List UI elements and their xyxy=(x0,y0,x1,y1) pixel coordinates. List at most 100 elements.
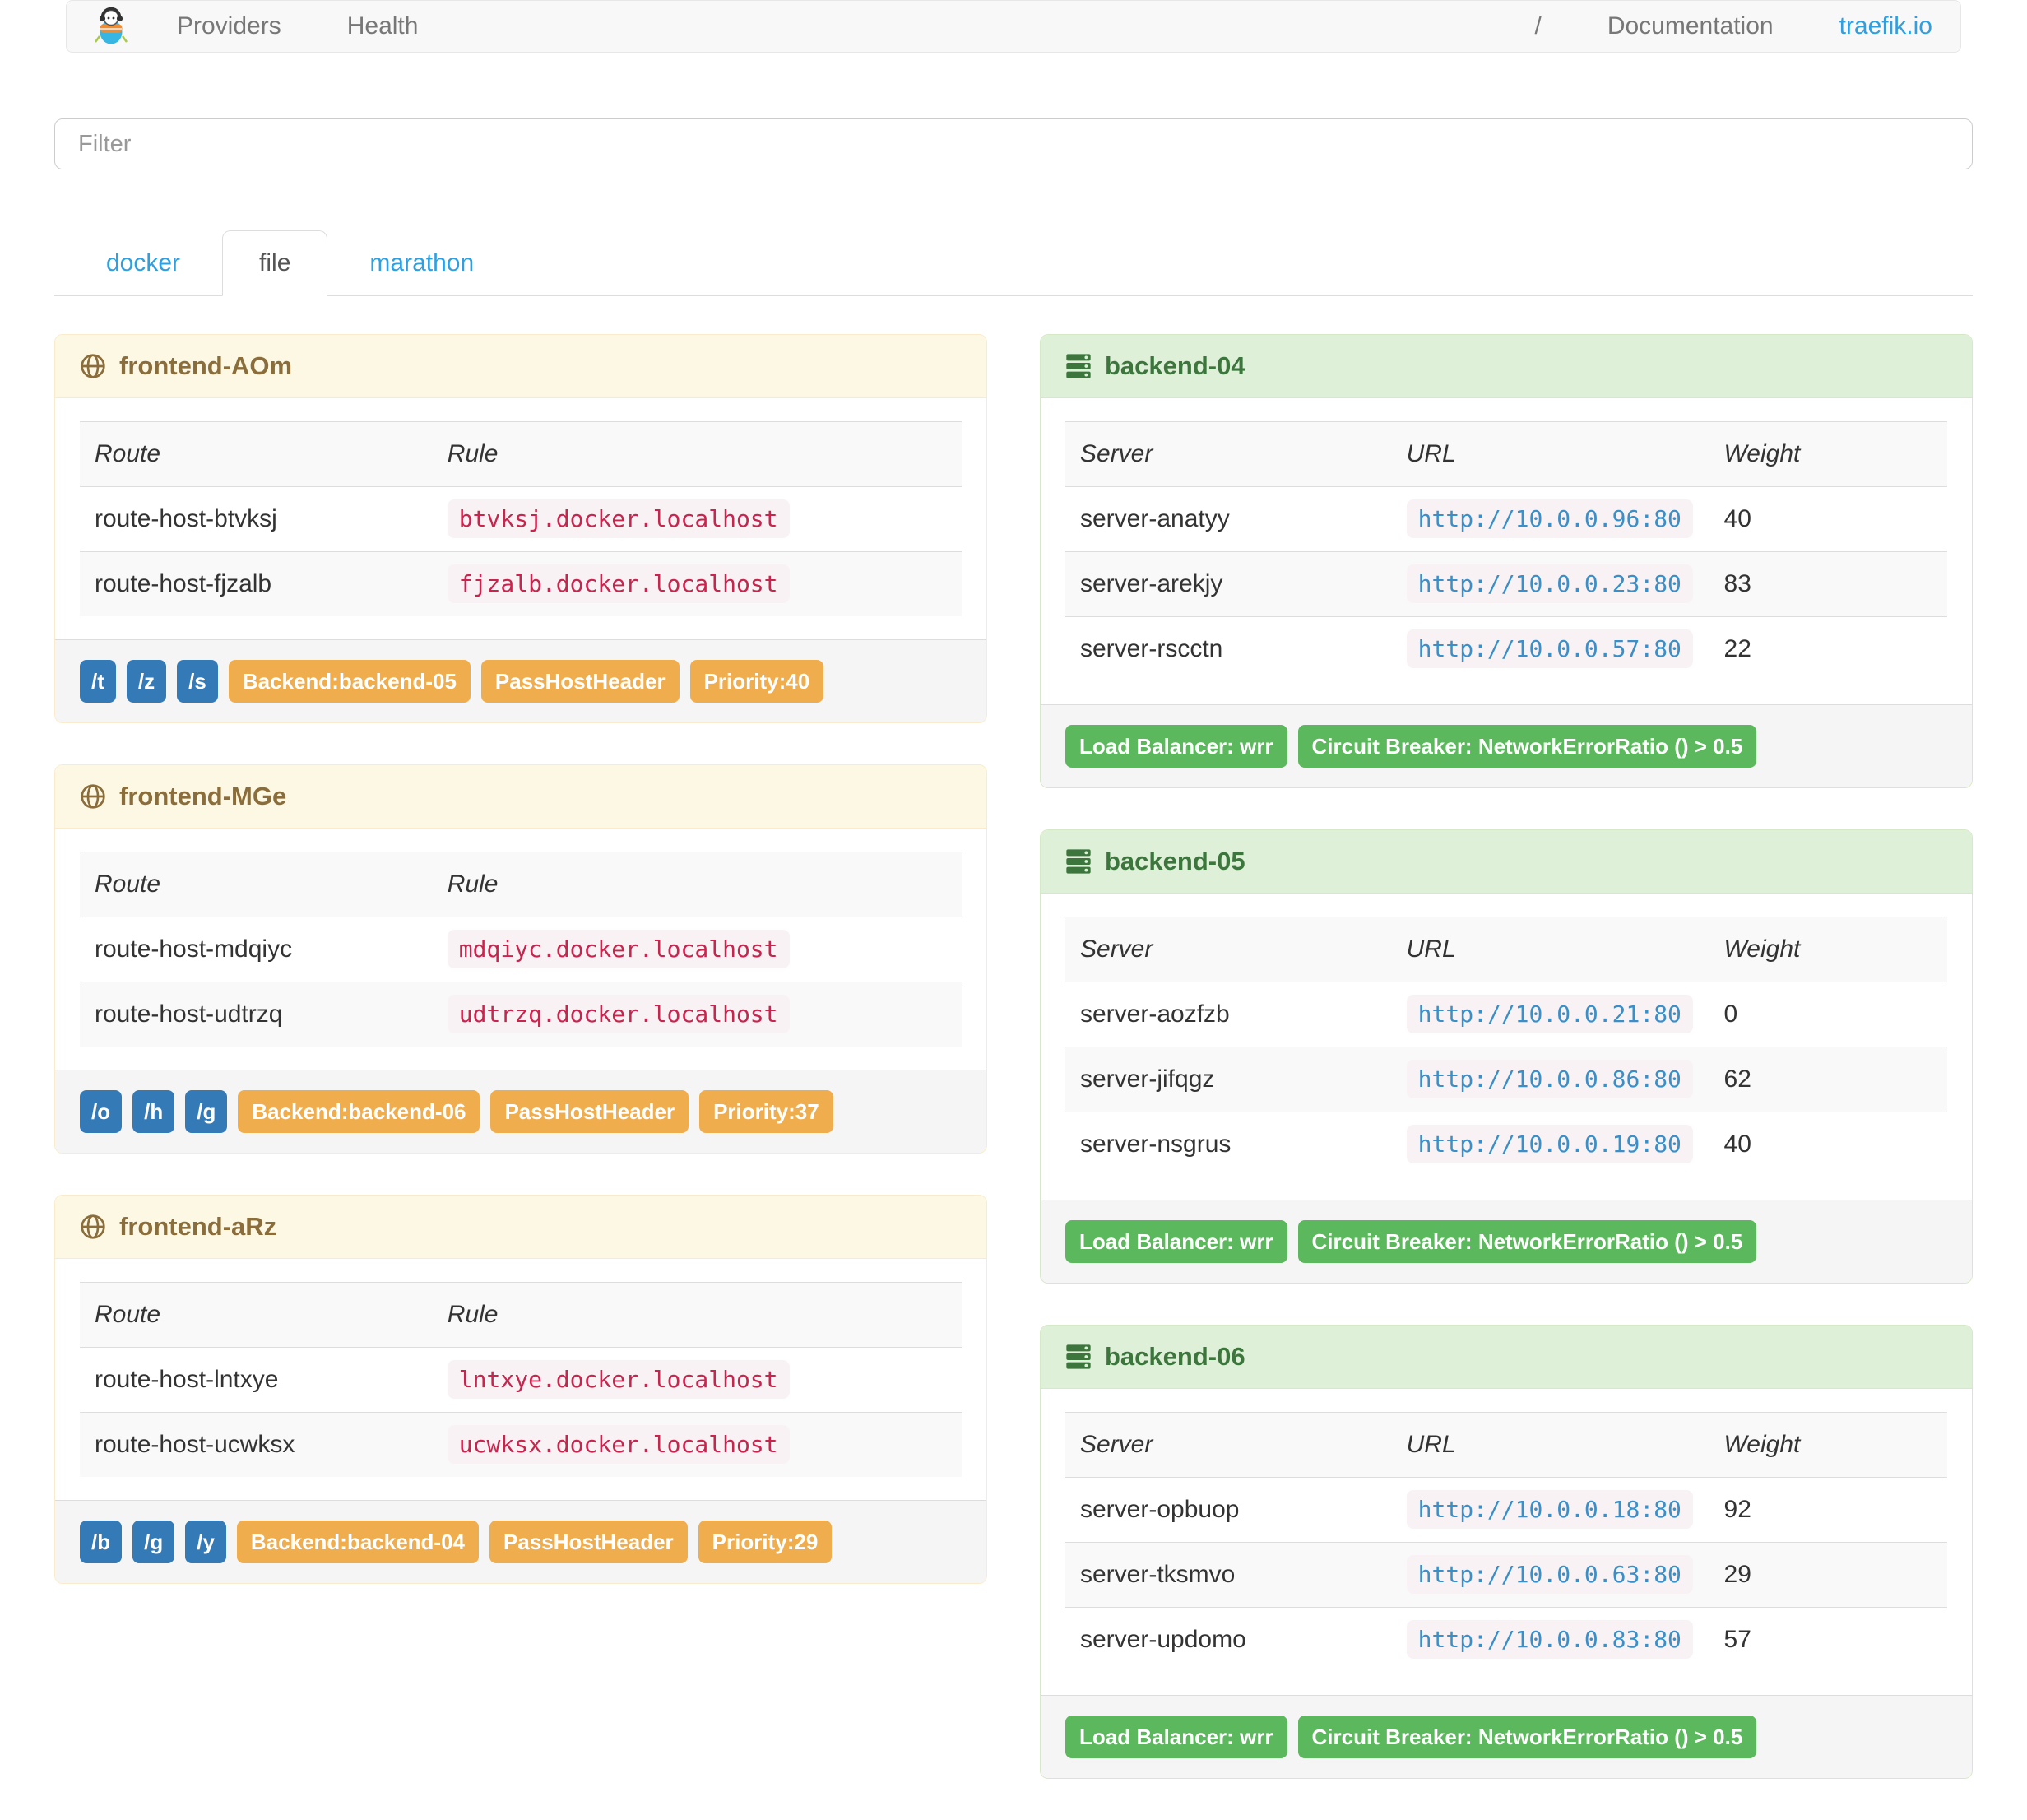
card-title: frontend-aRz xyxy=(119,1212,277,1241)
server-icon xyxy=(1065,354,1092,378)
servers-table-body: server-aozfzb http://10.0.0.21:80 0 server-… xyxy=(1065,982,1947,1177)
route-cell: route-host-mdqiyc xyxy=(95,936,293,963)
url-cell: http://10.0.0.83:80 xyxy=(1391,1607,1709,1672)
backend-label-badge: Circuit Breaker: NetworkErrorRatio () > … xyxy=(1297,1716,1757,1758)
card-heading: backend-06 xyxy=(1041,1326,1972,1389)
card-backend-06: backend-06 Server URL Weight server-opbuop ht… xyxy=(1040,1325,1973,1779)
rule-cell: lntxye.docker.localhost xyxy=(433,1348,962,1413)
globe-icon xyxy=(80,783,106,810)
card-heading: frontend-MGe xyxy=(55,765,986,829)
column-header-rule: Rule xyxy=(432,421,962,487)
server-icon xyxy=(1065,849,1092,874)
card-footer: Load Balancer: wrr Circuit Breaker: Netwo… xyxy=(1041,1200,1972,1283)
server-cell: server-anatyy xyxy=(1080,505,1230,532)
weight-cell: 29 xyxy=(1709,1542,1947,1608)
table-row: server-rscctn http://10.0.0.57:80 22 xyxy=(1065,616,1947,681)
routes-table-body: route-host-lntxye lntxye.docker.localhost… xyxy=(80,1348,962,1477)
frontend-label-badge: Priority:37 xyxy=(699,1090,833,1133)
backend-label-badge: Load Balancer: wrr xyxy=(1065,1220,1287,1263)
servers-table: Server URL Weight server-opbuop http://10.0.… xyxy=(1065,1412,1947,1672)
nav-link-documentation[interactable]: Documentation xyxy=(1607,12,1774,40)
filter-input[interactable] xyxy=(54,118,1973,169)
frontend-label-badge: PassHostHeader xyxy=(489,1521,688,1563)
card-backend-04: backend-04 Server URL Weight server-anatyy ht… xyxy=(1040,334,1973,788)
table-header-row: Route Rule xyxy=(80,1282,962,1348)
backend-label-badge: Circuit Breaker: NetworkErrorRatio () > … xyxy=(1297,1220,1757,1263)
url-cell: http://10.0.0.86:80 xyxy=(1391,1047,1709,1112)
weight-cell: 22 xyxy=(1709,616,1947,681)
rule-code: udtrzq.docker.localhost xyxy=(447,995,790,1033)
route-cell: route-host-udtrzq xyxy=(80,982,433,1047)
table-row: server-anatyy http://10.0.0.96:80 40 xyxy=(1065,487,1947,552)
table-row: server-nsgrus http://10.0.0.19:80 40 xyxy=(1065,1112,1947,1177)
card-body: Route Rule route-host-btvksj btvksj.docker.… xyxy=(55,398,986,639)
column-header-url: URL xyxy=(1391,1412,1709,1478)
tab-link-marathon[interactable]: marathon xyxy=(332,230,511,296)
card-frontend-MGe: frontend-MGe Route Rule route-host-mdqiyc md… xyxy=(54,764,987,1154)
route-tag-badge: /h xyxy=(132,1090,175,1133)
server-cell: server-arekjy xyxy=(1065,551,1392,617)
url-code: http://10.0.0.83:80 xyxy=(1406,1620,1693,1659)
routes-table: Route Rule route-host-lntxye lntxye.docker.… xyxy=(80,1282,962,1477)
server-cell: server-aozfzb xyxy=(1080,1001,1230,1028)
routes-table-body: route-host-btvksj btvksj.docker.localhost… xyxy=(80,487,962,616)
column-header-rule: Rule xyxy=(432,852,962,917)
tab-link-file[interactable]: file xyxy=(222,230,328,296)
nav-link-traefik-io[interactable]: traefik.io xyxy=(1839,12,1932,40)
table-row: server-aozfzb http://10.0.0.21:80 0 xyxy=(1065,982,1947,1047)
globe-icon xyxy=(80,1214,106,1240)
backend-label-badge: Load Balancer: wrr xyxy=(1065,725,1287,768)
column-header-server: Server xyxy=(1065,1412,1392,1478)
url-code: http://10.0.0.23:80 xyxy=(1406,564,1693,603)
server-cell: server-opbuop xyxy=(1080,1496,1240,1523)
table-row: server-arekjy http://10.0.0.23:80 83 xyxy=(1065,551,1947,617)
server-cell: server-updomo xyxy=(1065,1607,1392,1672)
tab-file: file xyxy=(222,230,328,296)
route-tag-badge: /g xyxy=(185,1090,228,1133)
url-cell: http://10.0.0.19:80 xyxy=(1391,1112,1709,1177)
url-code: http://10.0.0.18:80 xyxy=(1406,1490,1693,1529)
url-cell: http://10.0.0.57:80 xyxy=(1391,616,1709,681)
route-tag-badge: /s xyxy=(177,660,218,703)
card-heading: frontend-aRz xyxy=(55,1196,986,1259)
table-header-row: Route Rule xyxy=(80,421,962,487)
routes-table-head: Route Rule xyxy=(80,421,962,487)
rule-code: fjzalb.docker.localhost xyxy=(447,564,790,603)
frontend-label-badge: Backend:backend-05 xyxy=(228,660,471,703)
column-header-server: Server xyxy=(1065,917,1392,982)
rule-code: ucwksx.docker.localhost xyxy=(447,1425,790,1464)
card-footer: /b/g/y Backend:backend-04 PassHostHeader Pr… xyxy=(55,1500,986,1583)
url-code: http://10.0.0.63:80 xyxy=(1406,1555,1693,1594)
servers-table-head: Server URL Weight xyxy=(1065,917,1947,982)
servers-table-body: server-opbuop http://10.0.0.18:80 92 server… xyxy=(1065,1478,1947,1672)
url-cell: http://10.0.0.63:80 xyxy=(1391,1542,1709,1608)
route-tag-badge: /z xyxy=(126,660,167,703)
server-cell: server-nsgrus xyxy=(1065,1112,1392,1177)
route-tag-badge: /o xyxy=(80,1090,123,1133)
routes-table-body: route-host-mdqiyc mdqiyc.docker.localhost… xyxy=(80,917,962,1047)
backends-column: backend-04 Server URL Weight server-anatyy ht… xyxy=(1040,334,1973,1820)
table-row: route-host-udtrzq udtrzq.docker.localhost xyxy=(80,982,962,1047)
card-title: backend-05 xyxy=(1105,847,1245,875)
frontend-label-badge: Priority:40 xyxy=(689,660,824,703)
traefik-logo[interactable] xyxy=(95,7,128,45)
route-tag-badge: /b xyxy=(80,1521,123,1563)
card-frontend-AOm: frontend-AOm Route Rule route-host-btvksj bt… xyxy=(54,334,987,723)
backend-label-badge: Circuit Breaker: NetworkErrorRatio () > … xyxy=(1297,725,1757,768)
nav-link-health[interactable]: Health xyxy=(347,12,419,40)
route-tag-badge: /t xyxy=(80,660,116,703)
provider-tabs: docker file marathon xyxy=(54,230,1973,296)
route-cell: route-host-lntxye xyxy=(95,1366,279,1393)
card-title: backend-06 xyxy=(1105,1342,1245,1371)
nav-link-providers[interactable]: Providers xyxy=(177,12,281,40)
server-cell: server-rscctn xyxy=(1065,616,1392,681)
routes-table: Route Rule route-host-mdqiyc mdqiyc.docker.… xyxy=(80,852,962,1047)
frontend-label-badge: Backend:backend-06 xyxy=(238,1090,480,1133)
url-code: http://10.0.0.86:80 xyxy=(1406,1060,1693,1098)
table-header-row: Server URL Weight xyxy=(1065,1412,1947,1478)
route-cell: route-host-btvksj xyxy=(95,505,277,532)
tab-link-docker[interactable]: docker xyxy=(69,230,217,296)
table-row: route-host-mdqiyc mdqiyc.docker.localhost xyxy=(80,917,962,982)
servers-table: Server URL Weight server-anatyy http://10.0.… xyxy=(1065,421,1947,681)
navbar-left: Providers Health xyxy=(95,7,484,45)
